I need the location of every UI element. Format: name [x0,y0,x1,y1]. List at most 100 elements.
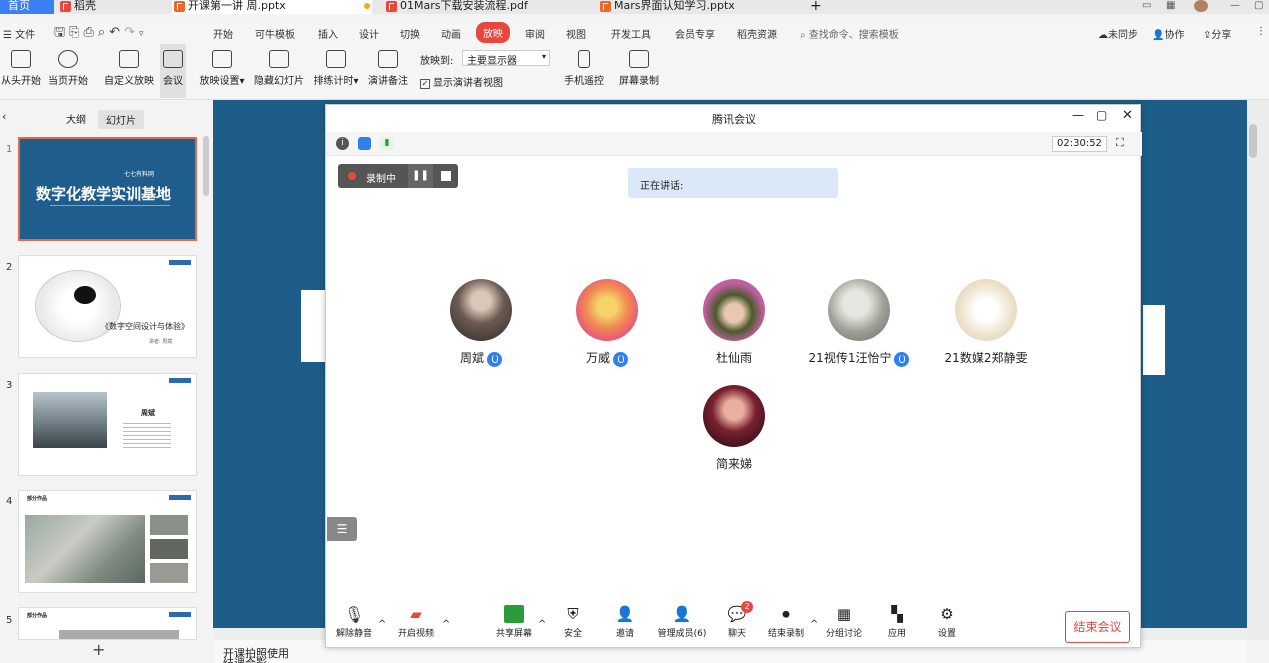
signal-icon[interactable]: ▮ [380,137,394,150]
collab-button[interactable]: 👤协作 [1152,26,1184,41]
restore-icon[interactable]: ▢ [1254,0,1263,12]
share-screen-button[interactable]: 共享屏幕 [494,605,534,639]
preview-icon[interactable]: ⌕ [98,25,109,40]
export-icon[interactable]: ⎘ [69,25,83,40]
invite-button[interactable]: 👤 邀请 [610,605,640,639]
fullscreen-icon[interactable]: ⛶ [1116,136,1124,150]
from-current-button[interactable]: 当页开始 [46,44,90,98]
menu-daoke-resources[interactable]: 稻壳资源 [737,26,777,41]
menu-slideshow[interactable]: 放映 [476,22,510,43]
panel-scrollbar[interactable] [203,136,209,196]
tab-pptx2[interactable]: Mars界面认知学习.pptx [600,0,790,14]
mic-icon [894,351,910,367]
participant-tile[interactable]: 21数媒2郑静雯 [925,279,1047,366]
rehearse-timing-button[interactable]: 排练计时▾ [310,44,362,98]
menu-start[interactable]: 开始 [213,26,233,41]
participant-tile[interactable]: 21视传1汪怡宁 [799,279,919,367]
screen-record-button[interactable]: 屏幕录制 [616,44,662,98]
slide-thumbnail[interactable]: 部分作品 [18,490,197,593]
manage-members-button[interactable]: 👤 管理成员(6) [654,605,710,639]
show-settings-button[interactable]: 放映设置▾ [196,44,248,98]
display-select[interactable]: 主要显示器 ▾ [462,50,550,67]
end-meeting-button[interactable]: 结束会议 [1065,611,1130,643]
participant-tile[interactable]: 万威 [547,279,667,367]
command-search[interactable]: ⌕ 查找命令、搜索模板 [800,26,899,41]
menu-transition[interactable]: 切换 [400,26,420,41]
menu-templates[interactable]: 可牛模板 [255,26,295,41]
tab-slides[interactable]: 幻灯片 [98,110,144,129]
chevron-up-icon[interactable]: ^ [810,619,818,630]
menu-animation[interactable]: 动画 [441,26,461,41]
more-icon[interactable]: ⋮ [1256,26,1266,37]
chevron-up-icon[interactable]: ^ [538,619,546,630]
menu-file[interactable]: ☰ 文件 [3,26,35,41]
menu-view[interactable]: 视图 [566,26,586,41]
participant-list-toggle[interactable]: ☰ [327,517,357,541]
apps-button[interactable]: ▚ 应用 [882,605,912,639]
slide-thumbnail[interactable]: 《数字空间设计与体验》 讲者: 周斌 [18,255,197,358]
minimize-icon[interactable]: — [1230,0,1240,12]
from-beginning-button[interactable]: 从头开始 [0,44,42,98]
share-button[interactable]: ⇪分享 [1203,26,1231,41]
presenter-view-checkbox[interactable]: ✓ 显示演讲者视图 [420,74,503,89]
pause-icon[interactable]: ❚❚ [408,164,433,188]
slide-number: 2 [6,262,13,273]
chevron-up-icon[interactable]: ^ [442,619,450,630]
slide-thumbnail[interactable]: 七七有料网 数字化教学实训基地 [18,137,197,241]
participant-name: 21视传1汪怡宁 [808,351,892,365]
maximize-icon[interactable]: ▢ [1096,108,1107,122]
shield-icon[interactable] [358,137,371,150]
redo-icon[interactable]: ↷ [124,25,139,40]
add-slide-button[interactable]: + [92,640,105,659]
tab-pdf[interactable]: 01Mars下载安装流程.pdf [386,0,586,14]
collapse-panel-icon[interactable]: ‹ [2,110,6,123]
sync-button[interactable]: ☁未同步 [1098,26,1138,41]
slide-divider [50,205,170,206]
record-dot-icon [348,172,356,180]
scroll-thumb[interactable] [1249,124,1257,158]
chat-button[interactable]: 💬 2 聊天 [722,601,753,639]
menu-design[interactable]: 设计 [359,26,379,41]
menu-insert[interactable]: 插入 [318,26,338,41]
start-video-button[interactable]: ▰ 开启视频 [396,605,436,639]
menu-review[interactable]: 审阅 [525,26,545,41]
tab-home[interactable]: 首页 [0,0,54,14]
new-tab-button[interactable]: + [810,0,822,14]
security-button[interactable]: ⛨ 安全 [558,605,588,639]
tab-active[interactable]: 开课第一讲 周.pptx [172,0,372,14]
menu-developer[interactable]: 开发工具 [611,26,651,41]
avatar[interactable] [1194,0,1208,12]
hide-slide-button[interactable]: 隐藏幻灯片 [252,44,306,98]
tab-daoke[interactable]: 稻壳 [60,0,170,14]
slide-thumbnail[interactable]: 部分作品 [18,607,197,640]
close-icon[interactable]: ✕ [1122,108,1133,123]
grid-icon[interactable]: ▦ [1166,0,1175,12]
tab-outline[interactable]: 大纲 [66,111,86,126]
settings-button[interactable]: ⚙ 设置 [932,605,962,639]
participant-tile[interactable]: 简来娣 [674,385,794,472]
participant-tile[interactable]: 杜仙雨 [674,279,794,366]
speaker-notes-button[interactable]: 演讲备注 [366,44,410,98]
info-icon[interactable]: i [336,137,349,150]
layout-icon[interactable]: ▭ [1142,0,1151,12]
end-recording-button[interactable]: ⏺ 结束录制 [764,605,808,639]
menu-member[interactable]: 会员专享 [675,26,715,41]
editor-scrollbar[interactable] [1247,100,1269,640]
custom-show-button[interactable]: 自定义放映 [102,44,156,98]
slide-thumbnail[interactable]: 周斌 [18,373,197,476]
customize-icon[interactable]: ▿ [139,29,148,39]
phone-remote-button[interactable]: 手机遥控 [562,44,606,98]
slide-logo-icon [169,260,191,265]
undo-icon[interactable]: ↶ [109,25,124,40]
participant-tile[interactable]: 周斌 [421,279,541,367]
minimize-icon[interactable]: — [1072,108,1084,122]
unmute-button[interactable]: 🎙 解除静音 [334,605,374,639]
stop-icon[interactable] [441,171,451,181]
chevron-up-icon[interactable]: ^ [378,619,386,630]
print-icon[interactable]: ⎙ [83,25,97,40]
meeting-button[interactable]: 会议 [160,44,186,98]
play-icon [58,50,78,68]
chat-icon: 💬 2 [727,601,753,623]
breakout-rooms-button[interactable]: ▦ 分组讨论 [824,605,864,639]
save-icon[interactable]: 🖫 [54,25,69,40]
